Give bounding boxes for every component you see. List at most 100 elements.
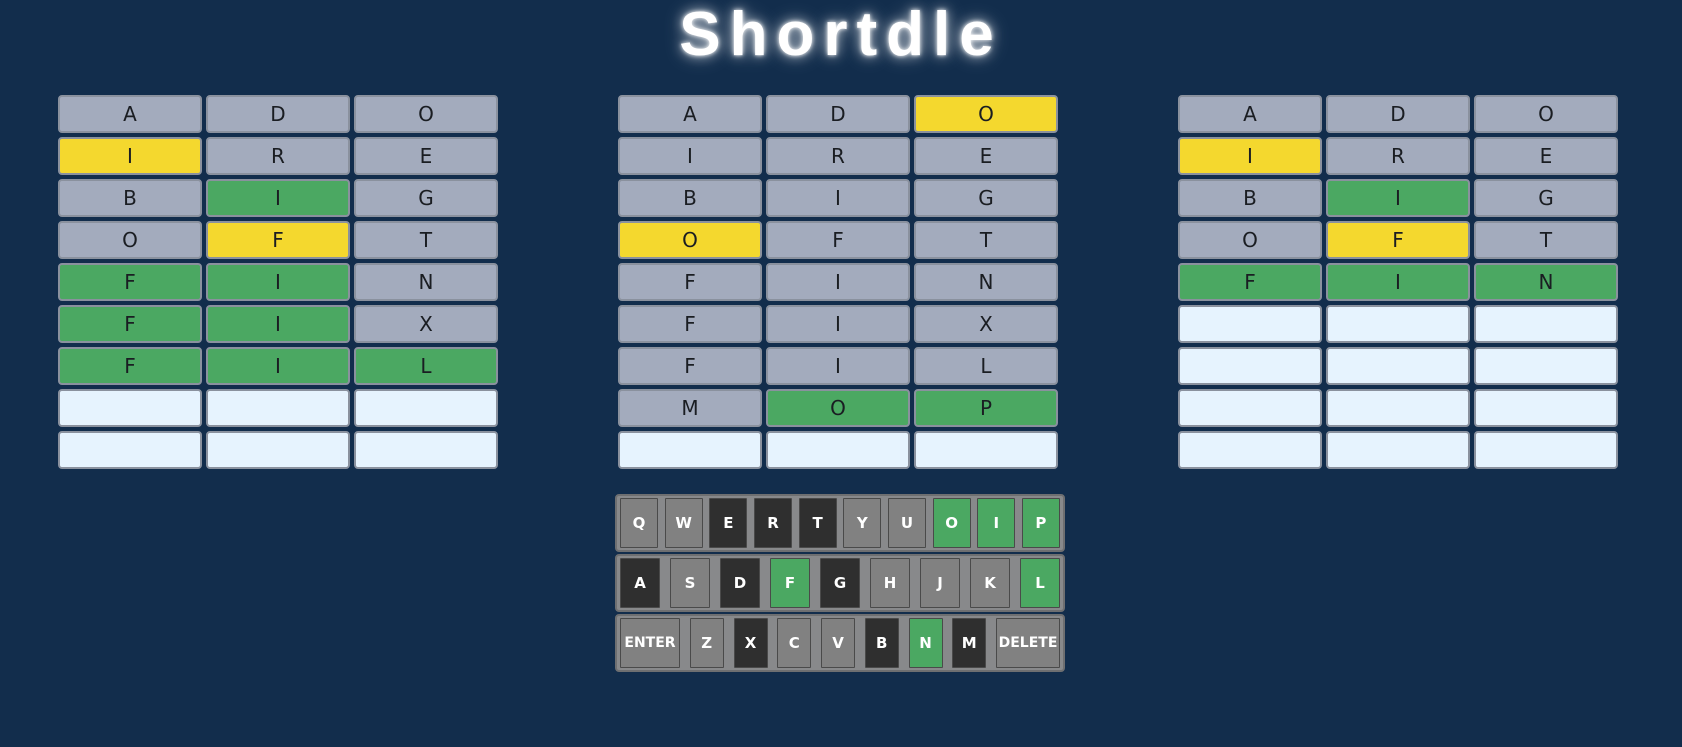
board-right-tile: B xyxy=(1178,179,1322,217)
board-center-tile xyxy=(914,431,1058,469)
board-right-tile: E xyxy=(1474,137,1618,175)
board-center-tile xyxy=(618,431,762,469)
key-o[interactable]: O xyxy=(932,498,971,548)
board-center-tile xyxy=(766,431,910,469)
board-right-tile: O xyxy=(1178,221,1322,259)
board-center-tile: A xyxy=(618,95,762,133)
board-left-tile: B xyxy=(58,179,202,217)
board-left-tile: F xyxy=(58,347,202,385)
key-delete[interactable]: DELETE xyxy=(996,618,1060,668)
board-left-tile: I xyxy=(58,137,202,175)
board-center-tile: I xyxy=(618,137,762,175)
key-x[interactable]: X xyxy=(733,618,768,668)
board-right-tile xyxy=(1178,389,1322,427)
board-left-tile: N xyxy=(354,263,498,301)
board-center-tile: F xyxy=(766,221,910,259)
board-left-tile: T xyxy=(354,221,498,259)
board-right-tile: F xyxy=(1178,263,1322,301)
key-l[interactable]: L xyxy=(1020,558,1060,608)
board-left-tile: O xyxy=(58,221,202,259)
board-right-tile: F xyxy=(1326,221,1470,259)
key-b[interactable]: B xyxy=(864,618,899,668)
board-right-tile xyxy=(1474,347,1618,385)
board-right: ADOIREBIGOFTFIN xyxy=(1178,95,1622,469)
board-center-tile: R xyxy=(766,137,910,175)
board-left-tile: D xyxy=(206,95,350,133)
board-right-tile: G xyxy=(1474,179,1618,217)
key-h[interactable]: H xyxy=(870,558,910,608)
keyboard-row: ENTER Z X C V B N M DELETE xyxy=(615,614,1065,672)
board-center-tile: B xyxy=(618,179,762,217)
key-c[interactable]: C xyxy=(777,618,812,668)
board-left-tile xyxy=(354,431,498,469)
board-right-tile xyxy=(1326,347,1470,385)
key-y[interactable]: Y xyxy=(843,498,882,548)
board-right-tile: I xyxy=(1326,263,1470,301)
board-center-tile: I xyxy=(766,347,910,385)
on-screen-keyboard: Q W E R T Y U O I P A S D F G H J K L ENTER Z X C V B N M DELETE xyxy=(615,494,1065,674)
key-j[interactable]: J xyxy=(920,558,960,608)
board-center-tile: F xyxy=(618,305,762,343)
key-s[interactable]: S xyxy=(670,558,710,608)
board-center: ADOIREBIGOFTFINFIXFILMOP xyxy=(618,95,1062,469)
board-center-tile: F xyxy=(618,263,762,301)
board-left-tile: I xyxy=(206,263,350,301)
board-center-tile: E xyxy=(914,137,1058,175)
board-right-tile: N xyxy=(1474,263,1618,301)
board-right-tile: R xyxy=(1326,137,1470,175)
key-v[interactable]: V xyxy=(821,618,855,668)
key-n[interactable]: N xyxy=(908,618,943,668)
key-m[interactable]: M xyxy=(952,618,987,668)
board-right-tile xyxy=(1474,389,1618,427)
board-left: ADOIREBIGOFTFINFIXFIL xyxy=(58,95,502,469)
board-left-tile xyxy=(206,389,350,427)
key-r[interactable]: R xyxy=(753,498,792,548)
board-left-tile: G xyxy=(354,179,498,217)
key-q[interactable]: Q xyxy=(620,498,658,548)
board-right-tile xyxy=(1326,389,1470,427)
key-z[interactable]: Z xyxy=(689,618,724,668)
board-right-tile xyxy=(1178,305,1322,343)
board-right-tile: I xyxy=(1326,179,1470,217)
key-d[interactable]: D xyxy=(720,558,760,608)
board-center-tile: G xyxy=(914,179,1058,217)
board-center-tile: I xyxy=(766,179,910,217)
board-center-tile: P xyxy=(914,389,1058,427)
key-a[interactable]: A xyxy=(620,558,660,608)
key-f[interactable]: F xyxy=(770,558,810,608)
board-center-tile: O xyxy=(914,95,1058,133)
board-center-tile: I xyxy=(766,305,910,343)
board-center-tile: L xyxy=(914,347,1058,385)
board-center-tile: O xyxy=(766,389,910,427)
board-left-tile: A xyxy=(58,95,202,133)
board-right-tile: O xyxy=(1474,95,1618,133)
board-center-tile: N xyxy=(914,263,1058,301)
board-left-tile: I xyxy=(206,179,350,217)
board-right-tile: I xyxy=(1178,137,1322,175)
key-g[interactable]: G xyxy=(820,558,860,608)
board-right-tile: D xyxy=(1326,95,1470,133)
board-left-tile: E xyxy=(354,137,498,175)
board-left-tile: F xyxy=(58,263,202,301)
keyboard-row: ASDFGHJKL xyxy=(615,554,1065,612)
key-enter[interactable]: ENTER xyxy=(620,618,680,668)
board-center-tile: X xyxy=(914,305,1058,343)
key-i[interactable]: I xyxy=(977,498,1016,548)
board-center-tile: T xyxy=(914,221,1058,259)
board-center-tile: I xyxy=(766,263,910,301)
board-left-tile: R xyxy=(206,137,350,175)
key-w[interactable]: W xyxy=(664,498,703,548)
key-t[interactable]: T xyxy=(798,498,837,548)
board-left-tile: O xyxy=(354,95,498,133)
board-left-tile: F xyxy=(206,221,350,259)
board-center-tile: M xyxy=(618,389,762,427)
board-right-tile: T xyxy=(1474,221,1618,259)
board-left-tile xyxy=(354,389,498,427)
key-p[interactable]: P xyxy=(1021,498,1060,548)
key-k[interactable]: K xyxy=(970,558,1010,608)
key-e[interactable]: E xyxy=(709,498,748,548)
key-u[interactable]: U xyxy=(887,498,926,548)
board-right-tile xyxy=(1474,305,1618,343)
board-left-tile: I xyxy=(206,305,350,343)
board-right-tile xyxy=(1326,305,1470,343)
